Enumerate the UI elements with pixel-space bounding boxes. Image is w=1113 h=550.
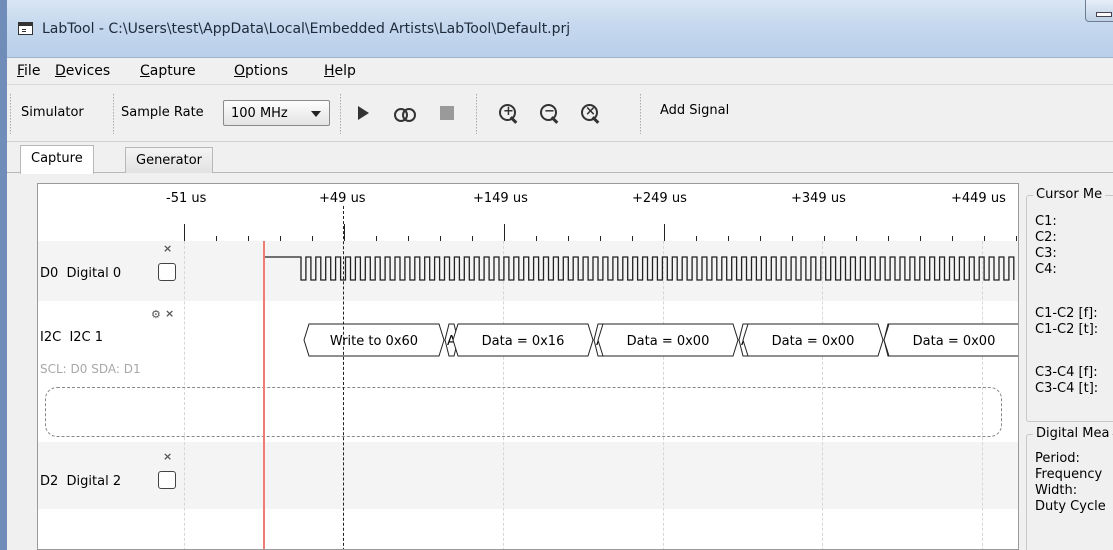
sample-rate-value: 100 MHz bbox=[231, 106, 288, 121]
cursor-measurements-title: Cursor Me bbox=[1033, 187, 1106, 202]
add-signal-button[interactable]: Add Signal bbox=[660, 103, 729, 118]
zoom-in-icon[interactable]: + bbox=[495, 100, 521, 126]
cursor-c3-c4-t: C3-C4 [t]: bbox=[1035, 381, 1099, 396]
digital-period: Period: bbox=[1035, 451, 1080, 466]
digital-width: Width: bbox=[1035, 483, 1078, 498]
toolbar-separator bbox=[476, 94, 477, 134]
cursor-c4: C4: bbox=[1035, 262, 1057, 277]
i2c-frame[interactable]: Data = 0x00 bbox=[883, 323, 1019, 357]
digital-frequency: Frequency bbox=[1035, 467, 1103, 482]
stop-icon[interactable] bbox=[434, 100, 460, 126]
tab-bar: Capture Generator bbox=[7, 143, 1113, 174]
i2c-frame[interactable]: Data = 0x00A bbox=[742, 323, 898, 357]
toolbar-separator bbox=[113, 94, 114, 134]
i2c-frame-label: Data = 0x00 bbox=[772, 334, 855, 349]
window-title: LabTool - C:\Users\test\AppData\Local\Em… bbox=[42, 21, 571, 37]
menu-bar: File Devices Capture Options Help bbox=[7, 59, 1113, 85]
d0-waveform bbox=[263, 256, 1015, 281]
i2c-frame[interactable]: Data = 0x00A bbox=[597, 323, 753, 357]
zoom-out-icon[interactable]: − bbox=[536, 100, 562, 126]
toolbar-separator bbox=[10, 94, 11, 134]
minimize-button[interactable] bbox=[1085, 0, 1113, 22]
title-bar[interactable]: LabTool - C:\Users\test\AppData\Local\Em… bbox=[7, 0, 1113, 58]
digital-duty-cycle: Duty Cycle bbox=[1035, 499, 1106, 514]
play-icon[interactable] bbox=[350, 100, 376, 126]
cursor-c1: C1: bbox=[1035, 214, 1057, 229]
cursor-c3: C3: bbox=[1035, 246, 1057, 261]
i2c-frame[interactable]: Write to 0x60 A bbox=[303, 323, 459, 357]
sample-rate-label: Sample Rate bbox=[121, 105, 204, 120]
tab-generator[interactable]: Generator bbox=[125, 147, 214, 173]
device-button[interactable]: Simulator bbox=[21, 105, 84, 120]
capture-panel: -51 us +49 us +149 us +249 us +349 us +4… bbox=[15, 180, 1113, 550]
waveform-layer: Write to 0x60AData = 0x16AData = 0x00ADa… bbox=[263, 256, 1019, 357]
app-icon[interactable] bbox=[18, 22, 33, 35]
chevron-down-icon bbox=[311, 111, 321, 117]
i2c-frames: Write to 0x60AData = 0x16AData = 0x00ADa… bbox=[303, 323, 1019, 357]
signal-plot[interactable]: -51 us +49 us +149 us +249 us +349 us +4… bbox=[37, 183, 1019, 550]
menu-devices[interactable]: Devices bbox=[55, 63, 110, 79]
time-marker-line[interactable] bbox=[343, 206, 344, 549]
i2c-frame[interactable]: Data = 0x16A bbox=[452, 323, 608, 357]
toolbar: Simulator Sample Rate 100 MHz + − × Add … bbox=[7, 86, 1113, 142]
cursor-c1-c2-f: C1-C2 [f]: bbox=[1035, 306, 1098, 321]
cursor-measurements-group: Cursor Me C1: C2: C3: C4: C1-C2 [f]: C1-… bbox=[1026, 187, 1113, 422]
zoom-all-icon[interactable]: × bbox=[577, 100, 603, 126]
cursor-line[interactable] bbox=[263, 241, 265, 549]
cursor-c3-c4-f: C3-C4 [f]: bbox=[1035, 365, 1098, 380]
menu-options[interactable]: Options bbox=[234, 63, 288, 79]
cursor-c1-c2-t: C1-C2 [t]: bbox=[1035, 322, 1099, 337]
toolbar-separator bbox=[340, 94, 341, 134]
i2c-frame-label: Data = 0x00 bbox=[913, 334, 996, 349]
cursor-c2: C2: bbox=[1035, 230, 1057, 245]
menu-file[interactable]: File bbox=[17, 63, 40, 79]
i2c-frame-label: Data = 0x16 bbox=[482, 334, 565, 349]
toolbar-separator bbox=[640, 94, 641, 134]
i2c-frame-label: Data = 0x00 bbox=[627, 334, 710, 349]
loop-icon[interactable] bbox=[391, 100, 417, 126]
main-window: LabTool - C:\Users\test\AppData\Local\Em… bbox=[7, 0, 1113, 550]
sample-rate-select[interactable]: 100 MHz bbox=[223, 100, 330, 126]
digital-measurements-title: Digital Mea bbox=[1033, 426, 1113, 441]
menu-help[interactable]: Help bbox=[324, 63, 356, 79]
tab-capture[interactable]: Capture bbox=[20, 145, 94, 174]
digital-measurements-group: Digital Mea Period: Frequency Width: Dut… bbox=[1026, 426, 1113, 550]
menu-capture[interactable]: Capture bbox=[140, 63, 196, 79]
